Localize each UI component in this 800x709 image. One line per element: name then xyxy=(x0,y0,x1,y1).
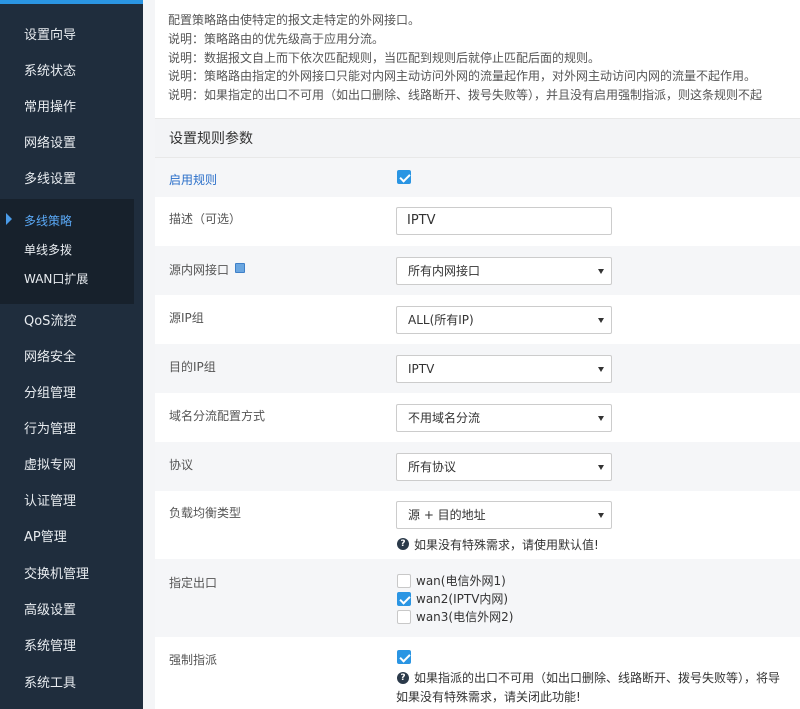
dest-ip-group-select[interactable]: IPTV xyxy=(396,355,612,383)
source-ip-group-value: ALL(所有IP) xyxy=(408,313,474,327)
dest-ip-group-value: IPTV xyxy=(408,362,435,376)
enable-rule-label: 启用规则 xyxy=(169,173,218,187)
row-enable-rule: 启用规则 xyxy=(155,158,800,197)
chevron-down-icon xyxy=(598,416,604,421)
load-balance-select[interactable]: 源 + 目的地址 xyxy=(396,501,612,529)
row-source-ip-group: 源IP组 ALL(所有IP) xyxy=(155,295,800,344)
interface-info-icon[interactable] xyxy=(235,263,245,273)
source-interface-label: 源内网接口 xyxy=(169,263,230,277)
force-assign-label: 强制指派 xyxy=(169,653,218,667)
source-ip-group-label: 源IP组 xyxy=(169,311,204,325)
sidebar-item-multiline-settings[interactable]: 多线设置 xyxy=(0,162,134,198)
row-dest-ip-group: 目的IP组 IPTV xyxy=(155,344,800,393)
content-area: 配置策略路由使特定的报文走特定的外网接口。 说明：策略路由的优先级高于应用分流。… xyxy=(143,0,800,709)
sidebar-item-system-tools[interactable]: 系统工具 xyxy=(0,666,134,702)
sidebar-subitem-wan-expansion[interactable]: WAN口扩展 xyxy=(0,265,134,293)
section-title: 设置规则参数 xyxy=(155,118,800,158)
egress-wan-label: wan(电信外网1) xyxy=(416,574,506,588)
protocol-value: 所有协议 xyxy=(408,460,457,474)
sidebar-item-switch-management[interactable]: 交换机管理 xyxy=(0,557,134,593)
sidebar-subitem-multiline-policy[interactable]: 多线策略 xyxy=(0,207,134,235)
egress-wan2-checkbox[interactable] xyxy=(397,592,411,606)
sidebar-submenu: 多线策略 单线多拨 WAN口扩展 xyxy=(0,199,134,304)
enable-rule-checkbox[interactable] xyxy=(397,170,411,184)
note-priority: 说明：策略路由的优先级高于应用分流。 xyxy=(168,32,385,46)
egress-wan2-label: wan2(IPTV内网) xyxy=(416,592,509,606)
row-force-assign: 强制指派 ? 如果指派的出口不可用（如出口删除、线路断开、拨号失败等），将导 如… xyxy=(155,637,800,709)
sidebar-item-behavior-management[interactable]: 行为管理 xyxy=(0,412,134,448)
config-panel: 配置策略路由使特定的报文走特定的外网接口。 说明：策略路由的优先级高于应用分流。… xyxy=(155,0,800,709)
question-icon: ? xyxy=(397,672,409,684)
dest-ip-group-label: 目的IP组 xyxy=(169,360,216,374)
egress-wan-checkbox[interactable] xyxy=(397,574,411,588)
description-input[interactable]: IPTV xyxy=(396,207,612,235)
sidebar-top-accent xyxy=(0,0,143,4)
row-description: 描述（可选） IPTV xyxy=(155,197,800,246)
sidebar-item-advanced-settings[interactable]: 高级设置 xyxy=(0,593,134,629)
egress-label: 指定出口 xyxy=(169,576,218,590)
sidebar: 设置向导 系统状态 常用操作 网络设置 多线设置 多线策略 单线多拨 WAN口扩… xyxy=(0,0,143,709)
sidebar-item-common-ops[interactable]: 常用操作 xyxy=(0,90,134,126)
sidebar-item-ap-management[interactable]: AP管理 xyxy=(0,520,134,556)
row-source-interface: 源内网接口 所有内网接口 xyxy=(155,246,800,295)
sidebar-item-group-management[interactable]: 分组管理 xyxy=(0,376,134,412)
protocol-label: 协议 xyxy=(169,458,194,472)
load-balance-value: 源 + 目的地址 xyxy=(408,508,486,522)
description-label: 描述（可选） xyxy=(169,212,242,226)
row-domain-mode: 域名分流配置方式 不用域名分流 xyxy=(155,393,800,442)
note-direction: 说明：策略路由指定的外网接口只能对内网主动访问外网的流量起作用，对外网主动访问内… xyxy=(168,69,757,83)
active-indicator-icon xyxy=(6,213,12,225)
load-balance-help: 如果没有特殊需求，请使用默认值! xyxy=(414,538,599,552)
force-assign-help: 如果指派的出口不可用（如出口删除、线路断开、拨号失败等），将导 xyxy=(414,671,781,685)
row-load-balance: 负载均衡类型 源 + 目的地址 ? 如果没有特殊需求，请使用默认值! xyxy=(155,491,800,559)
egress-wan3-checkbox[interactable] xyxy=(397,610,411,624)
chevron-down-icon xyxy=(598,318,604,323)
domain-mode-label: 域名分流配置方式 xyxy=(169,409,266,423)
intro-note: 配置策略路由使特定的报文走特定的外网接口。 xyxy=(168,13,421,27)
sidebar-item-system-status[interactable]: 系统状态 xyxy=(0,54,134,90)
row-protocol: 协议 所有协议 xyxy=(155,442,800,491)
row-egress: 指定出口 wan(电信外网1) wan2(IPTV内网) wan3(电信外网2) xyxy=(155,559,800,637)
chevron-down-icon xyxy=(598,465,604,470)
question-icon: ? xyxy=(397,538,409,550)
egress-wan3-label: wan3(电信外网2) xyxy=(416,610,514,624)
force-assign-help-2: 如果没有特殊需求，请关闭此功能! xyxy=(396,690,581,704)
sidebar-item-system-management[interactable]: 系统管理 xyxy=(0,629,134,665)
chevron-down-icon xyxy=(598,269,604,274)
sidebar-item-network-settings[interactable]: 网络设置 xyxy=(0,126,134,162)
sidebar-subitem-single-line-multi-dial[interactable]: 单线多拨 xyxy=(0,236,134,264)
force-assign-checkbox[interactable] xyxy=(397,650,411,664)
source-ip-group-select[interactable]: ALL(所有IP) xyxy=(396,306,612,334)
source-interface-select[interactable]: 所有内网接口 xyxy=(396,257,612,285)
sidebar-item-qos[interactable]: QoS流控 xyxy=(0,304,134,340)
sidebar-item-auth-management[interactable]: 认证管理 xyxy=(0,484,134,520)
domain-mode-value: 不用域名分流 xyxy=(408,411,481,425)
protocol-select[interactable]: 所有协议 xyxy=(396,453,612,481)
chevron-down-icon xyxy=(598,367,604,372)
note-unavailable: 说明：如果指定的出口不可用（如出口删除、线路断开、拨号失败等），并且没有启用强制… xyxy=(168,88,763,102)
sidebar-item-vpn[interactable]: 虚拟专网 xyxy=(0,448,134,484)
sidebar-item-setup-wizard[interactable]: 设置向导 xyxy=(0,18,134,54)
chevron-down-icon xyxy=(598,513,604,518)
note-match-order: 说明：数据报文自上而下依次匹配规则，当匹配到规则后就停止匹配后面的规则。 xyxy=(168,51,601,65)
domain-mode-select[interactable]: 不用域名分流 xyxy=(396,404,612,432)
load-balance-label: 负载均衡类型 xyxy=(169,506,242,520)
source-interface-value: 所有内网接口 xyxy=(408,264,481,278)
sidebar-item-network-security[interactable]: 网络安全 xyxy=(0,340,134,376)
